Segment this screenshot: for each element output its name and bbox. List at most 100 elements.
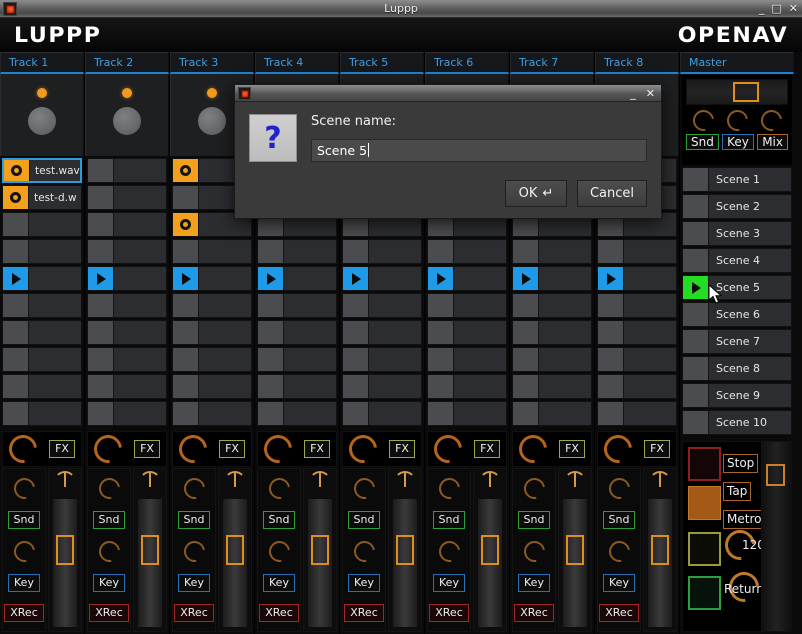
clip-slot[interactable] bbox=[87, 212, 167, 237]
fader-track[interactable] bbox=[223, 499, 247, 627]
scene-launch-button[interactable] bbox=[683, 384, 709, 407]
key-knob[interactable] bbox=[434, 536, 464, 567]
fader-track[interactable] bbox=[563, 499, 587, 627]
clip-slot[interactable] bbox=[512, 239, 592, 264]
clip-trigger-button[interactable] bbox=[343, 294, 369, 317]
clip-trigger-button[interactable] bbox=[598, 321, 624, 344]
clip-slot[interactable] bbox=[87, 185, 167, 210]
scene-launch-button[interactable] bbox=[683, 330, 709, 353]
fx-button[interactable]: FX bbox=[474, 440, 500, 458]
key-knob[interactable] bbox=[264, 536, 294, 567]
clip-trigger-button[interactable] bbox=[88, 213, 114, 236]
clip-trigger-button[interactable] bbox=[88, 159, 114, 182]
clip-slot[interactable] bbox=[427, 293, 507, 318]
clip-trigger-button[interactable] bbox=[343, 375, 369, 398]
clip-slot[interactable] bbox=[597, 266, 677, 291]
clip-slot[interactable] bbox=[257, 293, 337, 318]
xrec-button[interactable]: XRec bbox=[514, 604, 554, 622]
clip-trigger-button[interactable] bbox=[343, 348, 369, 371]
metronome-toggle[interactable] bbox=[688, 486, 721, 520]
clip-slot[interactable] bbox=[172, 239, 252, 264]
clip-slot[interactable] bbox=[597, 293, 677, 318]
clip-slot[interactable]: test-d.w bbox=[2, 185, 82, 210]
clip-trigger-button[interactable] bbox=[173, 294, 199, 317]
clip-trigger-button[interactable] bbox=[173, 348, 199, 371]
clip-trigger-button[interactable] bbox=[173, 402, 199, 425]
master-key-knob[interactable] bbox=[722, 105, 752, 136]
master-meter[interactable] bbox=[761, 442, 791, 631]
dialog-close-icon[interactable]: ✕ bbox=[646, 87, 655, 100]
clip-trigger-button[interactable] bbox=[513, 375, 539, 398]
clip-trigger-button[interactable] bbox=[3, 267, 29, 290]
fx-knob[interactable] bbox=[343, 429, 383, 469]
clip-trigger-button[interactable] bbox=[3, 186, 29, 209]
key-button[interactable]: Key bbox=[263, 574, 295, 592]
track-fader[interactable] bbox=[388, 468, 422, 632]
clip-slot[interactable] bbox=[87, 266, 167, 291]
clip-slot[interactable] bbox=[2, 239, 82, 264]
clip-trigger-button[interactable] bbox=[88, 375, 114, 398]
scene-row[interactable]: Scene 1 bbox=[682, 167, 792, 192]
send-button[interactable]: Snd bbox=[177, 511, 211, 529]
xrec-button[interactable]: XRec bbox=[4, 604, 44, 622]
clip-slot[interactable] bbox=[2, 347, 82, 372]
track-fader[interactable] bbox=[558, 468, 592, 632]
clip-trigger-button[interactable] bbox=[343, 402, 369, 425]
clip-trigger-button[interactable] bbox=[258, 348, 284, 371]
clip-trigger-button[interactable] bbox=[598, 240, 624, 263]
clip-slot[interactable] bbox=[257, 320, 337, 345]
fader-handle[interactable] bbox=[566, 534, 584, 565]
clip-trigger-button[interactable] bbox=[173, 321, 199, 344]
clip-trigger-button[interactable] bbox=[258, 375, 284, 398]
send-knob[interactable] bbox=[604, 473, 634, 504]
send-knob[interactable] bbox=[9, 473, 39, 504]
track-volume-dial[interactable] bbox=[113, 107, 141, 135]
track-fader[interactable] bbox=[48, 468, 82, 632]
scene-launch-button[interactable] bbox=[683, 249, 709, 272]
clip-slot[interactable] bbox=[172, 320, 252, 345]
clip-trigger-button[interactable] bbox=[343, 240, 369, 263]
clip-trigger-button[interactable] bbox=[173, 159, 199, 182]
clip-slot[interactable] bbox=[427, 374, 507, 399]
clip-trigger-button[interactable] bbox=[173, 186, 199, 209]
bpm-toggle[interactable] bbox=[688, 532, 721, 566]
xrec-button[interactable]: XRec bbox=[89, 604, 129, 622]
send-button[interactable]: Snd bbox=[602, 511, 636, 529]
clip-slot[interactable] bbox=[342, 347, 422, 372]
clip-trigger-button[interactable] bbox=[88, 321, 114, 344]
master-fader[interactable] bbox=[686, 79, 788, 105]
send-knob[interactable] bbox=[519, 473, 549, 504]
clip-slot[interactable] bbox=[87, 374, 167, 399]
clip-slot[interactable] bbox=[342, 401, 422, 426]
clip-slot[interactable] bbox=[2, 266, 82, 291]
clip-slot[interactable] bbox=[2, 293, 82, 318]
clip-trigger-button[interactable] bbox=[428, 321, 454, 344]
scene-launch-button[interactable] bbox=[683, 195, 709, 218]
clip-trigger-button[interactable] bbox=[3, 321, 29, 344]
clip-slot[interactable] bbox=[2, 320, 82, 345]
clip-trigger-button[interactable] bbox=[428, 402, 454, 425]
scene-row[interactable]: Scene 7 bbox=[682, 329, 792, 354]
clip-slot[interactable] bbox=[2, 374, 82, 399]
key-knob[interactable] bbox=[94, 536, 124, 567]
master-send-button[interactable]: Snd bbox=[686, 134, 719, 150]
scene-row[interactable]: Scene 10 bbox=[682, 410, 792, 435]
clip-slot[interactable] bbox=[87, 347, 167, 372]
clip-trigger-button[interactable] bbox=[428, 294, 454, 317]
clip-trigger-button[interactable] bbox=[3, 348, 29, 371]
clip-slot[interactable] bbox=[597, 347, 677, 372]
track-tab[interactable]: Track 5 bbox=[340, 52, 424, 74]
clip-slot[interactable] bbox=[512, 266, 592, 291]
clip-slot[interactable] bbox=[87, 239, 167, 264]
clip-slot[interactable] bbox=[512, 401, 592, 426]
dialog-minimize-icon[interactable]: _ bbox=[630, 87, 636, 100]
clip-slot[interactable] bbox=[427, 401, 507, 426]
ok-button[interactable]: OK ↵ bbox=[504, 180, 567, 207]
scene-launch-button[interactable] bbox=[683, 357, 709, 380]
track-volume-dial[interactable] bbox=[28, 107, 56, 135]
clip-trigger-button[interactable] bbox=[3, 294, 29, 317]
key-button[interactable]: Key bbox=[348, 574, 380, 592]
scene-row[interactable]: Scene 6 bbox=[682, 302, 792, 327]
clip-trigger-button[interactable] bbox=[598, 375, 624, 398]
clip-trigger-button[interactable] bbox=[258, 321, 284, 344]
